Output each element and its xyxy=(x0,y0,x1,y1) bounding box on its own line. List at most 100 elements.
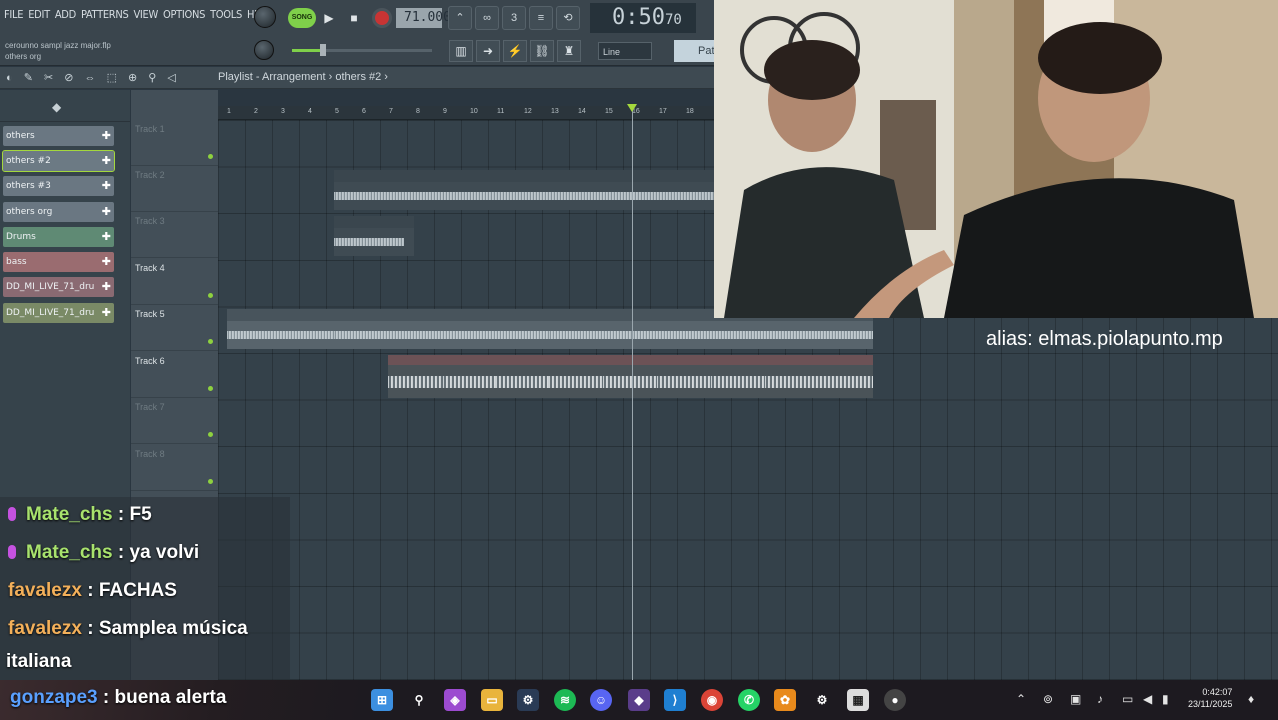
stamp-icon[interactable]: ♜ xyxy=(557,40,581,62)
master-volume-knob[interactable] xyxy=(254,6,276,28)
track-mute-led[interactable] xyxy=(208,479,213,484)
menu-patterns[interactable]: PATTERNS xyxy=(81,8,129,21)
playhead-marker[interactable] xyxy=(627,104,637,112)
steam-icon[interactable]: ⚙ xyxy=(517,689,539,711)
add-icon[interactable]: ✚ xyxy=(102,277,111,297)
app-icon[interactable]: ◈ xyxy=(444,689,466,711)
menu-edit[interactable]: EDIT xyxy=(28,8,50,21)
drum-clip[interactable]: DD_MI..0ths xyxy=(765,355,873,398)
audio-clip[interactable]: others xyxy=(334,170,714,210)
audio-clip[interactable]: others xyxy=(334,216,414,256)
menu-tools[interactable]: TOOLS xyxy=(210,8,242,21)
track-header[interactable]: Track 5 xyxy=(131,305,218,351)
countdown-icon[interactable]: 3 xyxy=(502,6,526,30)
tray-network-icon[interactable]: ▣ xyxy=(1070,692,1081,706)
whatsapp-icon[interactable]: ✆ xyxy=(738,689,760,711)
obsidian-icon[interactable]: ◆ xyxy=(628,689,650,711)
add-icon[interactable]: ✚ xyxy=(102,303,111,323)
track-header[interactable]: Track 4 xyxy=(131,259,218,305)
stop-icon[interactable]: ■ xyxy=(343,7,365,29)
windows-start-icon[interactable]: ⊞ xyxy=(371,689,393,711)
pattern-item-selected[interactable]: others #2 ✚ xyxy=(2,150,115,172)
metronome-icon[interactable]: ⌃ xyxy=(448,6,472,30)
song-mode-toggle[interactable]: SONG xyxy=(288,8,316,28)
add-icon[interactable]: ✚ xyxy=(102,176,111,196)
audio-clip[interactable]: others xyxy=(442,309,549,349)
add-icon[interactable]: ✚ xyxy=(102,151,111,171)
record-button[interactable] xyxy=(372,8,392,28)
menu-view[interactable]: VIEW xyxy=(133,8,158,21)
arrow-icon[interactable]: ➜ xyxy=(476,40,500,62)
pattern-item[interactable]: DD_MI_LIVE_71_dru ✚ xyxy=(3,277,114,297)
drum-clip[interactable]: DD_MI..0ths xyxy=(711,355,765,398)
playlist-tools[interactable]: ◐ ✎ ✂ ⊘ ⇔ ⬚ ⊕ ⚲ ◁ xyxy=(6,71,180,84)
link-icon[interactable]: ⛓ xyxy=(530,40,554,62)
menu-file[interactable]: FILE xyxy=(4,8,23,21)
pattern-item[interactable]: others ✚ xyxy=(3,126,114,146)
folder-icon[interactable]: ▭ xyxy=(481,689,503,711)
search-icon[interactable]: ⚲ xyxy=(408,689,430,711)
settings-icon[interactable]: ⚙ xyxy=(811,689,833,711)
tray-volume-icon[interactable]: ◀ xyxy=(1143,692,1152,706)
spotify-icon[interactable]: ≋ xyxy=(554,689,576,711)
audio-clip[interactable]: others #3 xyxy=(281,309,334,349)
master-pitch-slider[interactable] xyxy=(292,44,432,56)
audio-clip[interactable]: others #3 xyxy=(549,309,657,349)
track-header[interactable]: Track 1 xyxy=(131,120,218,166)
plugin-icon[interactable]: ⚡ xyxy=(503,40,527,62)
audio-clip[interactable]: others xyxy=(334,309,442,349)
tray-mic-icon[interactable]: ♪ xyxy=(1097,692,1103,706)
fl-studio-icon[interactable]: ✿ xyxy=(774,689,796,711)
track-mute-led[interactable] xyxy=(208,339,213,344)
add-icon[interactable]: ✚ xyxy=(102,126,111,146)
track-mute-led[interactable] xyxy=(208,154,213,159)
step-edit-icon[interactable]: ≡ xyxy=(529,6,553,30)
pattern-item[interactable]: bass ✚ xyxy=(3,252,114,272)
chrome-icon[interactable]: ◉ xyxy=(701,689,723,711)
timeline-ruler[interactable]: 1 2 3 4 5 6 7 8 9 10 11 12 13 14 15 16 17 18 xyxy=(218,106,714,120)
menu-add[interactable]: ADD xyxy=(55,8,76,21)
pattern-item[interactable]: Drums ✚ xyxy=(3,227,114,247)
pattern-item[interactable]: DD_MI_LIVE_71_dru ✚ xyxy=(3,303,114,323)
tempo-display[interactable]: 71.000 xyxy=(396,8,451,28)
track-mute-led[interactable] xyxy=(208,293,213,298)
track-mute-led[interactable] xyxy=(208,386,213,391)
menu-options[interactable]: OPTIONS xyxy=(163,8,205,21)
snap-select[interactable]: Line xyxy=(598,42,652,60)
drum-clip[interactable]: DD_MI..0ths xyxy=(657,355,711,398)
tray-chevron-icon[interactable]: ⌃ xyxy=(1016,692,1026,706)
drum-clip[interactable]: DD_MI..0ths xyxy=(496,355,549,398)
wait-input-icon[interactable]: ∞ xyxy=(475,6,499,30)
track-header[interactable]: Track 3 xyxy=(131,212,218,258)
notification-bell-icon[interactable]: ♦ xyxy=(1248,692,1254,706)
taskbar-clock[interactable]: 0:42:07 23/11/2025 xyxy=(1188,686,1232,710)
tray-display-icon[interactable]: ▭ xyxy=(1122,692,1133,706)
piano-roll-icon[interactable]: ▥ xyxy=(449,40,473,62)
picker-collapse-icon[interactable]: ◆ xyxy=(52,100,61,114)
pattern-selector[interactable]: Pat xyxy=(674,40,714,62)
track-header[interactable]: Track 2 xyxy=(131,166,218,212)
add-icon[interactable]: ✚ xyxy=(102,227,111,247)
discord-icon[interactable]: ☺ xyxy=(590,689,612,711)
drum-clip[interactable]: DD_MI..lose xyxy=(603,355,657,398)
store-icon[interactable]: ▦ xyxy=(847,689,869,711)
add-icon[interactable]: ✚ xyxy=(102,202,111,222)
play-icon[interactable]: ▶ xyxy=(318,7,340,29)
obs-icon[interactable]: ● xyxy=(884,689,906,711)
pattern-item[interactable]: others #3 ✚ xyxy=(3,176,114,196)
track-header[interactable]: Track 7 xyxy=(131,398,218,444)
add-icon[interactable]: ✚ xyxy=(102,252,111,272)
drum-clip[interactable]: DD_MI..0ths xyxy=(443,355,496,398)
vscode-icon[interactable]: ⟩ xyxy=(664,689,686,711)
tray-app-icon[interactable]: ⊚ xyxy=(1043,692,1053,706)
pitch-knob[interactable] xyxy=(254,40,274,60)
pattern-item[interactable]: others org ✚ xyxy=(3,202,114,222)
track-mute-led[interactable] xyxy=(208,432,213,437)
tray-battery-icon[interactable]: ▮ xyxy=(1162,692,1169,706)
track-header[interactable]: Track 6 xyxy=(131,352,218,398)
drum-clip[interactable]: DD_MI..0ths xyxy=(388,355,443,398)
drum-clip[interactable]: DD_MI..lose xyxy=(549,355,603,398)
track-header[interactable]: Track 8 xyxy=(131,445,218,491)
audio-clip[interactable]: others #2 xyxy=(227,309,281,349)
loop-record-icon[interactable]: ⟲ xyxy=(556,6,580,30)
